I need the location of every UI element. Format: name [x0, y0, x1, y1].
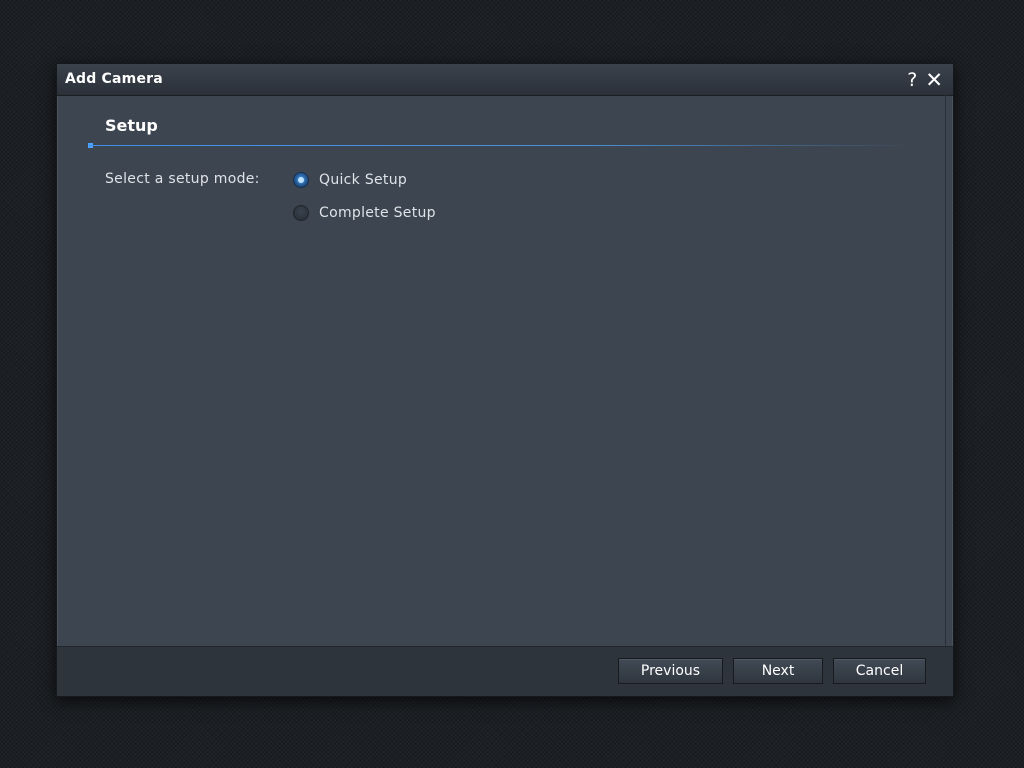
- dialog-titlebar[interactable]: Add Camera ? ✕: [57, 64, 953, 96]
- add-camera-dialog: Add Camera ? ✕ Setup Select a setup mode…: [56, 63, 954, 697]
- section-divider: [89, 145, 919, 146]
- help-icon[interactable]: ?: [907, 69, 917, 91]
- quick-setup-label[interactable]: Quick Setup: [319, 172, 407, 188]
- dialog-footer: Previous Next Cancel: [57, 646, 953, 696]
- quick-setup-radio[interactable]: [293, 172, 309, 188]
- complete-setup-option[interactable]: Complete Setup: [293, 205, 436, 221]
- next-button[interactable]: Next: [733, 658, 823, 684]
- complete-setup-radio[interactable]: [293, 205, 309, 221]
- dialog-edge: [945, 95, 946, 696]
- section-title: Setup: [105, 116, 158, 135]
- dialog-title: Add Camera: [65, 71, 163, 87]
- title-controls: ? ✕: [907, 68, 943, 92]
- setup-mode-label: Select a setup mode:: [105, 171, 260, 187]
- complete-setup-label[interactable]: Complete Setup: [319, 205, 436, 221]
- previous-button[interactable]: Previous: [618, 658, 723, 684]
- close-icon[interactable]: ✕: [925, 69, 943, 91]
- quick-setup-option[interactable]: Quick Setup: [293, 172, 407, 188]
- cancel-button[interactable]: Cancel: [833, 658, 926, 684]
